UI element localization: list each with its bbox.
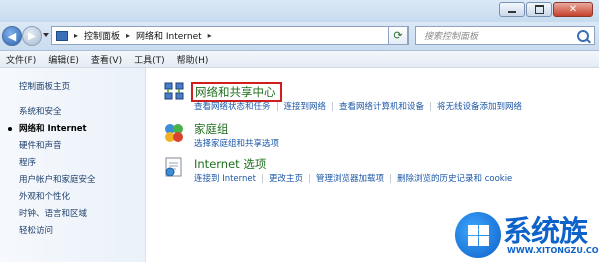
sidebar-item-programs[interactable]: 程序 bbox=[19, 156, 36, 168]
menu-bar: 文件(F) 编辑(E) 查看(V) 工具(T) 帮助(H) bbox=[0, 51, 599, 68]
chevron-right-icon[interactable]: ▸ bbox=[126, 31, 130, 40]
search-icon[interactable] bbox=[577, 30, 589, 42]
forward-arrow-icon: ▶ bbox=[28, 30, 36, 42]
sidebar-item-hardware-sound[interactable]: 硬件和声音 bbox=[19, 139, 62, 151]
category-title-homegroup[interactable]: 家庭组 bbox=[194, 121, 229, 137]
watermark-logo: 系统族 WWW.XITONGZU.COM bbox=[455, 206, 599, 262]
link-divider bbox=[430, 101, 432, 111]
recent-pages-dropdown[interactable] bbox=[43, 33, 49, 37]
window-controls: ✕ bbox=[498, 2, 593, 17]
logo-tile bbox=[468, 236, 478, 246]
active-bullet-icon bbox=[8, 127, 12, 131]
link-connect-to-network[interactable]: 连接到网络 bbox=[284, 100, 327, 112]
link-homegroup-sharing-options[interactable]: 选择家庭组和共享选项 bbox=[194, 137, 279, 149]
sidebar-item-control-panel-home[interactable]: 控制面板主页 bbox=[19, 80, 70, 92]
sidebar-item-appearance[interactable]: 外观和个性化 bbox=[19, 190, 70, 202]
menu-view[interactable]: 查看(V) bbox=[85, 53, 128, 66]
close-icon: ✕ bbox=[568, 4, 578, 15]
link-manage-addons[interactable]: 管理浏览器加载项 bbox=[316, 172, 384, 184]
link-divider bbox=[276, 101, 278, 111]
link-add-wireless-device[interactable]: 将无线设备添加到网络 bbox=[437, 100, 522, 112]
control-panel-icon bbox=[56, 30, 68, 41]
maximize-button[interactable] bbox=[526, 2, 552, 17]
back-button[interactable]: ◀ bbox=[2, 26, 22, 46]
refresh-button[interactable]: ⟳ bbox=[388, 26, 408, 45]
search-placeholder: 搜索控制面板 bbox=[424, 32, 479, 42]
forward-button[interactable]: ▶ bbox=[22, 26, 42, 46]
homegroup-links: 选择家庭组和共享选项 bbox=[194, 137, 279, 149]
internet-options-icon[interactable] bbox=[163, 156, 185, 178]
restore-icon bbox=[534, 5, 544, 14]
link-divider bbox=[332, 101, 334, 111]
minimize-button[interactable] bbox=[499, 2, 525, 17]
category-title-internet-options[interactable]: Internet 选项 bbox=[194, 156, 266, 172]
homegroup-icon[interactable] bbox=[163, 121, 185, 143]
category-title-network-sharing-center[interactable]: 网络和共享中心 bbox=[191, 82, 282, 102]
menu-help[interactable]: 帮助(H) bbox=[171, 53, 215, 66]
chevron-right-icon[interactable]: ▸ bbox=[74, 31, 78, 40]
link-delete-history[interactable]: 删除浏览的历史记录和 cookie bbox=[397, 172, 512, 184]
sidebar-item-user-accounts[interactable]: 用户帐户和家庭安全 bbox=[19, 173, 96, 185]
network-sharing-links: 查看网络状态和任务 连接到网络 查看网络计算机和设备 将无线设备添加到网络 bbox=[194, 100, 522, 112]
sidebar: 控制面板主页 系统和安全 网络和 Internet 硬件和声音 程序 用户帐户和… bbox=[0, 68, 146, 262]
breadcrumb-network-internet[interactable]: 网络和 Internet bbox=[136, 29, 202, 42]
sidebar-item-clock-language[interactable]: 时钟、语言和区域 bbox=[19, 207, 87, 219]
sidebar-item-system-security[interactable]: 系统和安全 bbox=[19, 105, 62, 117]
title-bar: ✕ bbox=[0, 0, 599, 22]
link-divider bbox=[261, 173, 263, 183]
sidebar-item-network-internet[interactable]: 网络和 Internet bbox=[19, 122, 87, 134]
menu-edit[interactable]: 编辑(E) bbox=[42, 53, 85, 66]
link-connect-to-internet[interactable]: 连接到 Internet bbox=[194, 172, 256, 184]
link-view-network-status[interactable]: 查看网络状态和任务 bbox=[194, 100, 271, 112]
network-sharing-icon[interactable] bbox=[163, 80, 185, 102]
sidebar-item-ease-of-access[interactable]: 轻松访问 bbox=[19, 224, 53, 236]
watermark-brand: 系统族 bbox=[503, 214, 588, 248]
search-input[interactable]: 搜索控制面板 bbox=[415, 26, 595, 45]
windows-logo-icon bbox=[455, 212, 501, 258]
link-view-network-computers[interactable]: 查看网络计算机和设备 bbox=[339, 100, 424, 112]
link-change-homepage[interactable]: 更改主页 bbox=[269, 172, 303, 184]
menu-file[interactable]: 文件(F) bbox=[0, 53, 42, 66]
menu-tools[interactable]: 工具(T) bbox=[128, 53, 171, 66]
internet-options-links: 连接到 Internet 更改主页 管理浏览器加载项 删除浏览的历史记录和 co… bbox=[194, 172, 512, 184]
address-bar[interactable]: ▸ 控制面板 ▸ 网络和 Internet ▸ bbox=[51, 26, 409, 45]
link-divider bbox=[390, 173, 391, 183]
refresh-icon: ⟳ bbox=[393, 29, 403, 42]
chevron-right-icon[interactable]: ▸ bbox=[208, 31, 212, 40]
back-arrow-icon: ◀ bbox=[7, 29, 17, 43]
close-button[interactable]: ✕ bbox=[553, 2, 593, 17]
logo-tile bbox=[479, 236, 489, 246]
navigation-bar: ◀ ▶ ▸ 控制面板 ▸ 网络和 Internet ▸ ⟳ 搜索控制面板 bbox=[0, 22, 599, 51]
logo-tile bbox=[468, 225, 478, 235]
minimize-icon bbox=[508, 11, 516, 13]
link-divider bbox=[308, 173, 310, 183]
watermark-url: WWW.XITONGZU.COM bbox=[507, 246, 599, 255]
logo-tile bbox=[479, 225, 489, 235]
breadcrumb-control-panel[interactable]: 控制面板 bbox=[84, 29, 120, 42]
